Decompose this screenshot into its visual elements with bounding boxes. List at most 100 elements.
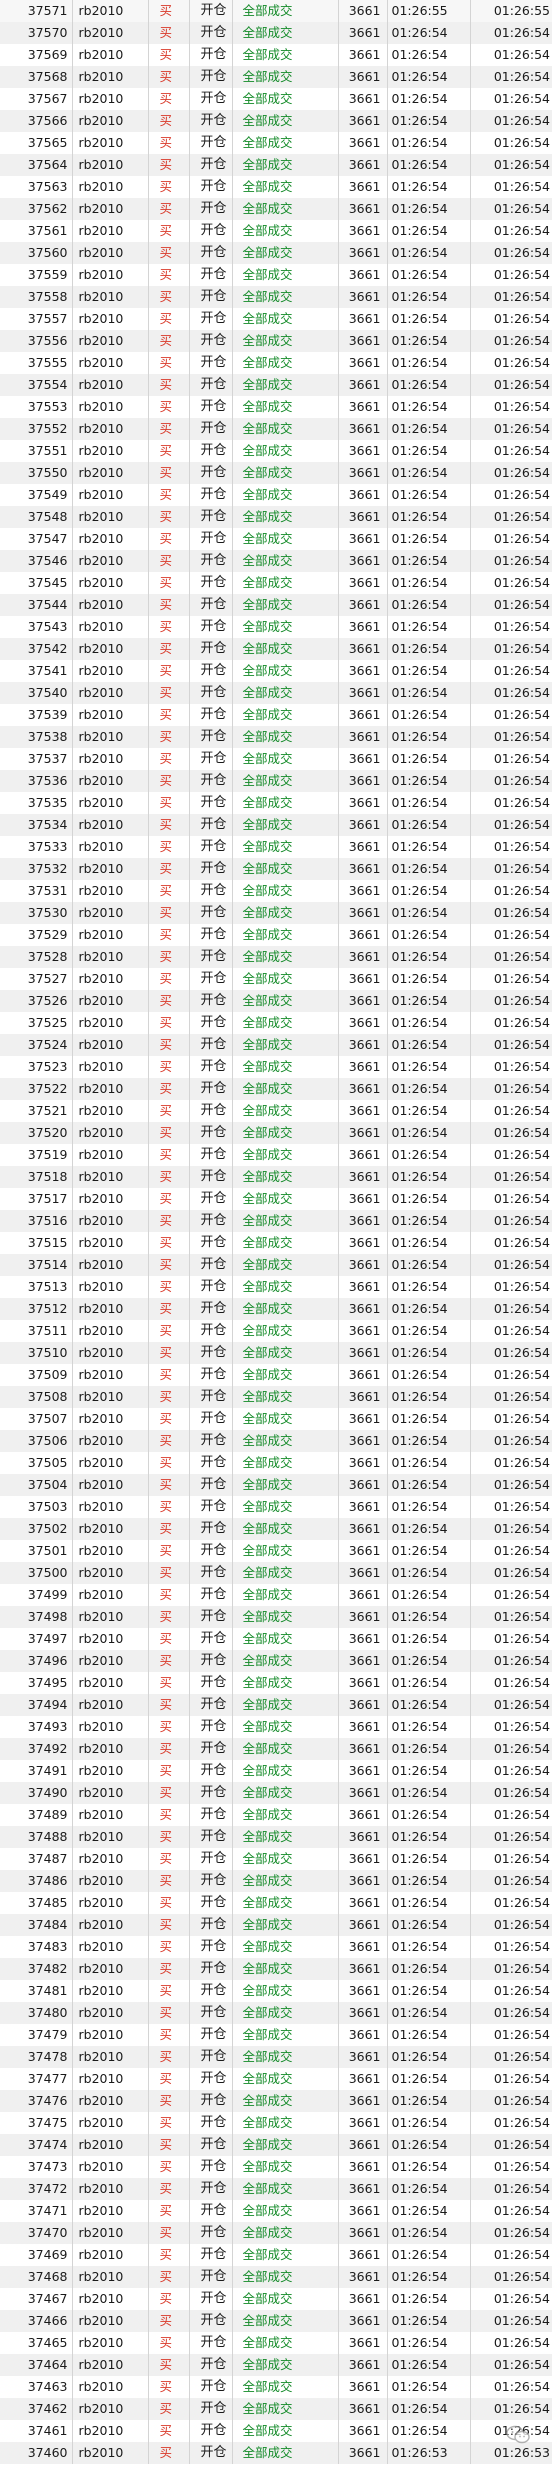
- order-row[interactable]: 37498 rb2010 买开仓 全部成交 3661 01:26:54 01:26:54: [0, 1606, 552, 1628]
- order-row[interactable]: 37505 rb2010 买开仓 全部成交 3661 01:26:54 01:26:54: [0, 1452, 552, 1474]
- order-row[interactable]: 37502 rb2010 买开仓 全部成交 3661 01:26:54 01:26:54: [0, 1518, 552, 1540]
- order-row[interactable]: 37570 rb2010 买开仓 全部成交 3661 01:26:54 01:26:54: [0, 22, 552, 44]
- order-row[interactable]: 37462 rb2010 买开仓 全部成交 3661 01:26:54 01:26:54: [0, 2398, 552, 2420]
- order-row[interactable]: 37534 rb2010 买开仓 全部成交 3661 01:26:54 01:26:54: [0, 814, 552, 836]
- order-row[interactable]: 37511 rb2010 买开仓 全部成交 3661 01:26:54 01:26:54: [0, 1320, 552, 1342]
- order-row[interactable]: 37476 rb2010 买开仓 全部成交 3661 01:26:54 01:26:54: [0, 2090, 552, 2112]
- order-row[interactable]: 37571 rb2010 买开仓 全部成交 3661 01:26:55 01:26:55: [0, 0, 552, 22]
- order-row[interactable]: 37548 rb2010 买开仓 全部成交 3661 01:26:54 01:26:54: [0, 506, 552, 528]
- order-row[interactable]: 37486 rb2010 买开仓 全部成交 3661 01:26:54 01:26:54: [0, 1870, 552, 1892]
- order-row[interactable]: 37497 rb2010 买开仓 全部成交 3661 01:26:54 01:26:54: [0, 1628, 552, 1650]
- order-row[interactable]: 37469 rb2010 买开仓 全部成交 3661 01:26:54 01:26:54: [0, 2244, 552, 2266]
- order-row[interactable]: 37507 rb2010 买开仓 全部成交 3661 01:26:54 01:26:54: [0, 1408, 552, 1430]
- order-row[interactable]: 37477 rb2010 买开仓 全部成交 3661 01:26:54 01:26:54: [0, 2068, 552, 2090]
- order-row[interactable]: 37475 rb2010 买开仓 全部成交 3661 01:26:54 01:26:54: [0, 2112, 552, 2134]
- order-row[interactable]: 37536 rb2010 买开仓 全部成交 3661 01:26:54 01:26:54: [0, 770, 552, 792]
- order-row[interactable]: 37566 rb2010 买开仓 全部成交 3661 01:26:54 01:26:54: [0, 110, 552, 132]
- order-row[interactable]: 37553 rb2010 买开仓 全部成交 3661 01:26:54 01:26:54: [0, 396, 552, 418]
- order-row[interactable]: 37473 rb2010 买开仓 全部成交 3661 01:26:54 01:26:54: [0, 2156, 552, 2178]
- order-row[interactable]: 37492 rb2010 买开仓 全部成交 3661 01:26:54 01:26:54: [0, 1738, 552, 1760]
- order-row[interactable]: 37529 rb2010 买开仓 全部成交 3661 01:26:54 01:26:54: [0, 924, 552, 946]
- order-row[interactable]: 37482 rb2010 买开仓 全部成交 3661 01:26:54 01:26:54: [0, 1958, 552, 1980]
- order-row[interactable]: 37546 rb2010 买开仓 全部成交 3661 01:26:54 01:26:54: [0, 550, 552, 572]
- order-row[interactable]: 37465 rb2010 买开仓 全部成交 3661 01:26:54 01:26:54: [0, 2332, 552, 2354]
- order-row[interactable]: 37489 rb2010 买开仓 全部成交 3661 01:26:54 01:26:54: [0, 1804, 552, 1826]
- order-row[interactable]: 37467 rb2010 买开仓 全部成交 3661 01:26:54 01:26:54: [0, 2288, 552, 2310]
- order-row[interactable]: 37493 rb2010 买开仓 全部成交 3661 01:26:54 01:26:54: [0, 1716, 552, 1738]
- order-row[interactable]: 37558 rb2010 买开仓 全部成交 3661 01:26:54 01:26:54: [0, 286, 552, 308]
- order-row[interactable]: 37541 rb2010 买开仓 全部成交 3661 01:26:54 01:26:54: [0, 660, 552, 682]
- order-row[interactable]: 37485 rb2010 买开仓 全部成交 3661 01:26:54 01:26:54: [0, 1892, 552, 1914]
- order-row[interactable]: 37503 rb2010 买开仓 全部成交 3661 01:26:54 01:26:54: [0, 1496, 552, 1518]
- order-row[interactable]: 37544 rb2010 买开仓 全部成交 3661 01:26:54 01:26:54: [0, 594, 552, 616]
- order-row[interactable]: 37494 rb2010 买开仓 全部成交 3661 01:26:54 01:26:54: [0, 1694, 552, 1716]
- order-row[interactable]: 37495 rb2010 买开仓 全部成交 3661 01:26:54 01:26:54: [0, 1672, 552, 1694]
- order-row[interactable]: 37533 rb2010 买开仓 全部成交 3661 01:26:54 01:26:54: [0, 836, 552, 858]
- order-row[interactable]: 37470 rb2010 买开仓 全部成交 3661 01:26:54 01:26:54: [0, 2222, 552, 2244]
- order-row[interactable]: 37549 rb2010 买开仓 全部成交 3661 01:26:54 01:26:54: [0, 484, 552, 506]
- order-row[interactable]: 37520 rb2010 买开仓 全部成交 3661 01:26:54 01:26:54: [0, 1122, 552, 1144]
- order-row[interactable]: 37545 rb2010 买开仓 全部成交 3661 01:26:54 01:26:54: [0, 572, 552, 594]
- order-row[interactable]: 37547 rb2010 买开仓 全部成交 3661 01:26:54 01:26:54: [0, 528, 552, 550]
- order-row[interactable]: 37508 rb2010 买开仓 全部成交 3661 01:26:54 01:26:54: [0, 1386, 552, 1408]
- order-row[interactable]: 37569 rb2010 买开仓 全部成交 3661 01:26:54 01:26:54: [0, 44, 552, 66]
- order-row[interactable]: 37537 rb2010 买开仓 全部成交 3661 01:26:54 01:26:54: [0, 748, 552, 770]
- order-row[interactable]: 37568 rb2010 买开仓 全部成交 3661 01:26:54 01:26:54: [0, 66, 552, 88]
- order-row[interactable]: 37519 rb2010 买开仓 全部成交 3661 01:26:54 01:26:54: [0, 1144, 552, 1166]
- order-row[interactable]: 37501 rb2010 买开仓 全部成交 3661 01:26:54 01:26:54: [0, 1540, 552, 1562]
- order-row[interactable]: 37521 rb2010 买开仓 全部成交 3661 01:26:54 01:26:54: [0, 1100, 552, 1122]
- order-row[interactable]: 37532 rb2010 买开仓 全部成交 3661 01:26:54 01:26:54: [0, 858, 552, 880]
- order-row[interactable]: 37496 rb2010 买开仓 全部成交 3661 01:26:54 01:26:54: [0, 1650, 552, 1672]
- order-row[interactable]: 37488 rb2010 买开仓 全部成交 3661 01:26:54 01:26:54: [0, 1826, 552, 1848]
- order-row[interactable]: 37530 rb2010 买开仓 全部成交 3661 01:26:54 01:26:54: [0, 902, 552, 924]
- order-row[interactable]: 37539 rb2010 买开仓 全部成交 3661 01:26:54 01:26:54: [0, 704, 552, 726]
- order-row[interactable]: 37542 rb2010 买开仓 全部成交 3661 01:26:54 01:26:54: [0, 638, 552, 660]
- order-row[interactable]: 37504 rb2010 买开仓 全部成交 3661 01:26:54 01:26:54: [0, 1474, 552, 1496]
- order-row[interactable]: 37472 rb2010 买开仓 全部成交 3661 01:26:54 01:26:54: [0, 2178, 552, 2200]
- order-row[interactable]: 37531 rb2010 买开仓 全部成交 3661 01:26:54 01:26:54: [0, 880, 552, 902]
- order-row[interactable]: 37463 rb2010 买开仓 全部成交 3661 01:26:54 01:26:54: [0, 2376, 552, 2398]
- order-row[interactable]: 37535 rb2010 买开仓 全部成交 3661 01:26:54 01:26:54: [0, 792, 552, 814]
- order-row[interactable]: 37471 rb2010 买开仓 全部成交 3661 01:26:54 01:26:54: [0, 2200, 552, 2222]
- order-row[interactable]: 37528 rb2010 买开仓 全部成交 3661 01:26:54 01:26:54: [0, 946, 552, 968]
- order-row[interactable]: 37540 rb2010 买开仓 全部成交 3661 01:26:54 01:26:54: [0, 682, 552, 704]
- order-row[interactable]: 37522 rb2010 买开仓 全部成交 3661 01:26:54 01:26:54: [0, 1078, 552, 1100]
- order-row[interactable]: 37563 rb2010 买开仓 全部成交 3661 01:26:54 01:26:54: [0, 176, 552, 198]
- order-row[interactable]: 37509 rb2010 买开仓 全部成交 3661 01:26:54 01:26:54: [0, 1364, 552, 1386]
- order-row[interactable]: 37466 rb2010 买开仓 全部成交 3661 01:26:54 01:26:54: [0, 2310, 552, 2332]
- order-row[interactable]: 37523 rb2010 买开仓 全部成交 3661 01:26:54 01:26:54: [0, 1056, 552, 1078]
- order-row[interactable]: 37487 rb2010 买开仓 全部成交 3661 01:26:54 01:26:54: [0, 1848, 552, 1870]
- order-row[interactable]: 37516 rb2010 买开仓 全部成交 3661 01:26:54 01:26:54: [0, 1210, 552, 1232]
- order-row[interactable]: 37461 rb2010 买开仓 全部成交 3661 01:26:54 01:26:54: [0, 2420, 552, 2442]
- order-row[interactable]: 37510 rb2010 买开仓 全部成交 3661 01:26:54 01:26:54: [0, 1342, 552, 1364]
- order-row[interactable]: 37483 rb2010 买开仓 全部成交 3661 01:26:54 01:26:54: [0, 1936, 552, 1958]
- order-row[interactable]: 37552 rb2010 买开仓 全部成交 3661 01:26:54 01:26:54: [0, 418, 552, 440]
- order-row[interactable]: 37500 rb2010 买开仓 全部成交 3661 01:26:54 01:26:54: [0, 1562, 552, 1584]
- order-row[interactable]: 37517 rb2010 买开仓 全部成交 3661 01:26:54 01:26:54: [0, 1188, 552, 1210]
- order-row[interactable]: 37514 rb2010 买开仓 全部成交 3661 01:26:54 01:26:54: [0, 1254, 552, 1276]
- order-row[interactable]: 37543 rb2010 买开仓 全部成交 3661 01:26:54 01:26:54: [0, 616, 552, 638]
- order-row[interactable]: 37551 rb2010 买开仓 全部成交 3661 01:26:54 01:26:54: [0, 440, 552, 462]
- order-row[interactable]: 37464 rb2010 买开仓 全部成交 3661 01:26:54 01:26:54: [0, 2354, 552, 2376]
- order-row[interactable]: 37525 rb2010 买开仓 全部成交 3661 01:26:54 01:26:54: [0, 1012, 552, 1034]
- order-row[interactable]: 37499 rb2010 买开仓 全部成交 3661 01:26:54 01:26:54: [0, 1584, 552, 1606]
- order-row[interactable]: 37515 rb2010 买开仓 全部成交 3661 01:26:54 01:26:54: [0, 1232, 552, 1254]
- order-row[interactable]: 37564 rb2010 买开仓 全部成交 3661 01:26:54 01:26:54: [0, 154, 552, 176]
- order-row[interactable]: 37538 rb2010 买开仓 全部成交 3661 01:26:54 01:26:54: [0, 726, 552, 748]
- order-row[interactable]: 37555 rb2010 买开仓 全部成交 3661 01:26:54 01:26:54: [0, 352, 552, 374]
- order-row[interactable]: 37518 rb2010 买开仓 全部成交 3661 01:26:54 01:26:54: [0, 1166, 552, 1188]
- order-row[interactable]: 37527 rb2010 买开仓 全部成交 3661 01:26:54 01:26:54: [0, 968, 552, 990]
- order-row[interactable]: 37559 rb2010 买开仓 全部成交 3661 01:26:54 01:26:54: [0, 264, 552, 286]
- order-row[interactable]: 37479 rb2010 买开仓 全部成交 3661 01:26:54 01:26:54: [0, 2024, 552, 2046]
- order-row[interactable]: 37526 rb2010 买开仓 全部成交 3661 01:26:54 01:26:54: [0, 990, 552, 1012]
- order-row[interactable]: 37554 rb2010 买开仓 全部成交 3661 01:26:54 01:26:54: [0, 374, 552, 396]
- order-row[interactable]: 37512 rb2010 买开仓 全部成交 3661 01:26:54 01:26:54: [0, 1298, 552, 1320]
- order-row[interactable]: 37481 rb2010 买开仓 全部成交 3661 01:26:54 01:26:54: [0, 1980, 552, 2002]
- order-row[interactable]: 37561 rb2010 买开仓 全部成交 3661 01:26:54 01:26:54: [0, 220, 552, 242]
- order-row[interactable]: 37562 rb2010 买开仓 全部成交 3661 01:26:54 01:26:54: [0, 198, 552, 220]
- order-row[interactable]: 37560 rb2010 买开仓 全部成交 3661 01:26:54 01:26:54: [0, 242, 552, 264]
- order-row[interactable]: 37480 rb2010 买开仓 全部成交 3661 01:26:54 01:26:54: [0, 2002, 552, 2024]
- order-row[interactable]: 37506 rb2010 买开仓 全部成交 3661 01:26:54 01:26:54: [0, 1430, 552, 1452]
- order-row[interactable]: 37524 rb2010 买开仓 全部成交 3661 01:26:54 01:26:54: [0, 1034, 552, 1056]
- order-row[interactable]: 37556 rb2010 买开仓 全部成交 3661 01:26:54 01:26:54: [0, 330, 552, 352]
